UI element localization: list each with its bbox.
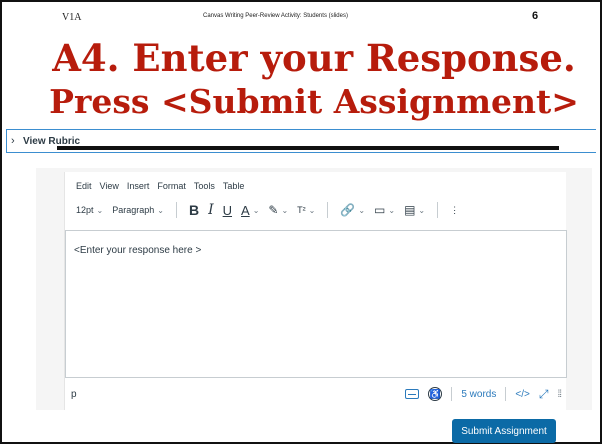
text-color-icon: A (241, 202, 250, 218)
menu-tools[interactable]: Tools (194, 181, 215, 191)
title-underline-rule (57, 146, 559, 150)
chevron-down-icon: ⌄ (388, 205, 396, 215)
slide-page-number: 6 (532, 10, 539, 22)
response-text: <Enter your response here > (74, 245, 202, 256)
response-text-area[interactable]: <Enter your response here > (65, 230, 567, 378)
document-button[interactable]: ▤ ⌄ (404, 203, 425, 217)
menu-format[interactable]: Format (157, 181, 186, 191)
slide-title: A4. Enter your Response. Press <Submit A… (36, 36, 592, 124)
editor-statusbar: p ♿ 5 words </> ⤢ ⁞⁞ (65, 378, 567, 410)
statusbar-divider (451, 387, 453, 401)
text-color-button[interactable]: A ⌄ (241, 203, 259, 218)
slide-header-title: Canvas Writing Peer-Review Activity: Stu… (203, 13, 348, 19)
chevron-down-icon: ⌄ (358, 205, 366, 215)
document-icon: ▤ (404, 203, 416, 217)
more-options-button[interactable]: ⋮ (450, 205, 459, 216)
menu-edit[interactable]: Edit (76, 181, 92, 191)
html-editor-toggle[interactable]: </> (515, 389, 529, 400)
superscript-button[interactable]: T² ⌄ (297, 205, 315, 215)
chevron-down-icon: ⌄ (96, 205, 104, 215)
view-rubric-label: View Rubric (23, 135, 81, 147)
accessibility-icon[interactable]: ♿ (428, 387, 443, 401)
fullscreen-icon[interactable]: ⤢ (539, 387, 549, 402)
block-format-select[interactable]: Paragraph ⌄ (112, 205, 164, 215)
statusbar-divider (505, 387, 507, 401)
superscript-icon: T² (297, 205, 306, 215)
chevron-down-icon: ⌄ (281, 205, 289, 215)
toolbar-divider (175, 202, 177, 218)
rich-text-editor: Edit View Insert Format Tools Table 12pt… (64, 172, 567, 410)
link-button[interactable]: 🔗 ⌄ (340, 203, 365, 217)
menu-insert[interactable]: Insert (127, 181, 150, 191)
editor-toolbar: 12pt ⌄ Paragraph ⌄ B I U A ⌄ ✎ ⌄ T² ⌄ 🔗 ⌄ ▭ ⌄ ▤… (76, 201, 468, 219)
chevron-down-icon: ⌄ (308, 205, 316, 215)
image-icon: ▭ (374, 203, 386, 217)
highlight-color-button[interactable]: ✎ ⌄ (268, 203, 288, 217)
menu-table[interactable]: Table (223, 181, 245, 191)
link-icon: 🔗 (340, 203, 356, 217)
editor-menubar: Edit View Insert Format Tools Table (76, 181, 244, 191)
slide-title-line-1: A4. Enter your Response. (52, 36, 576, 80)
bold-button[interactable]: B (189, 202, 199, 218)
font-size-value: 12pt (76, 205, 94, 215)
element-path: p (71, 388, 77, 400)
submit-assignment-button[interactable]: Submit Assignment (452, 419, 556, 443)
block-format-value: Paragraph (112, 205, 155, 215)
chevron-down-icon: ⌄ (157, 205, 164, 215)
toolbar-divider (437, 202, 439, 218)
keyboard-icon[interactable] (405, 389, 420, 399)
font-size-select[interactable]: 12pt ⌄ (76, 205, 103, 215)
toolbar-divider (327, 202, 329, 218)
image-button[interactable]: ▭ ⌄ (374, 203, 395, 217)
italic-button[interactable]: I (208, 202, 214, 218)
statusbar-actions: ♿ 5 words </> ⤢ ⁞⁞ (405, 387, 562, 402)
resize-handle-icon[interactable]: ⁞⁞ (557, 389, 561, 400)
highlighter-icon: ✎ (268, 203, 279, 217)
word-count[interactable]: 5 words (461, 389, 496, 400)
chevron-down-icon: ⌄ (252, 205, 260, 215)
menu-view[interactable]: View (100, 181, 119, 191)
chevron-down-icon: ⌄ (418, 205, 426, 215)
slide-title-line-2: Press <Submit Assignment> (49, 82, 579, 121)
chevron-right-icon: › (11, 135, 15, 147)
slide-version-label: V1A (62, 12, 82, 23)
underline-button[interactable]: U (223, 203, 232, 218)
